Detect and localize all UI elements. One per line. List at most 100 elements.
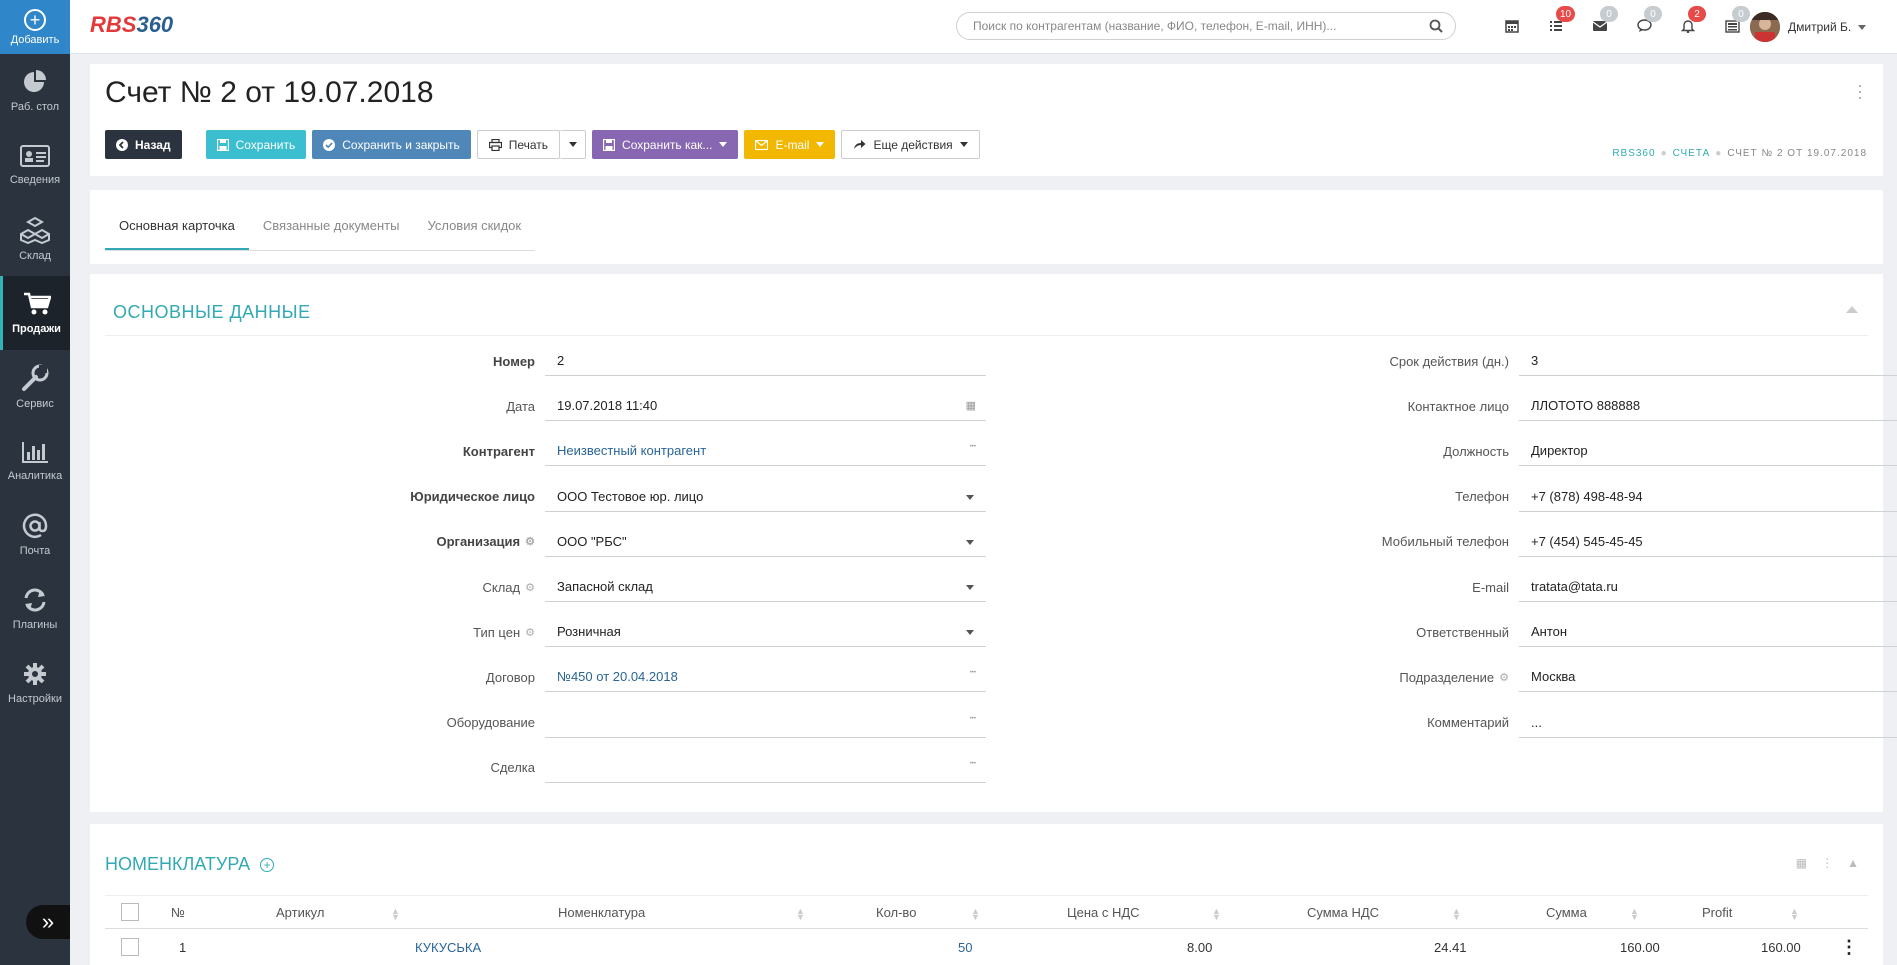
field-input[interactable]: +7 (878) 498-48-94✆	[1519, 482, 1897, 512]
caret-down-icon[interactable]	[966, 494, 974, 500]
add-item-icon[interactable]: +	[260, 857, 275, 872]
row-profit: 160.00	[1761, 939, 1801, 955]
column-header-sum[interactable]: Сумма	[1546, 896, 1587, 928]
save-close-button[interactable]: Сохранить и закрыть	[312, 130, 471, 159]
caret-down-icon[interactable]	[966, 539, 974, 545]
field-input[interactable]: Запасной склад	[545, 572, 986, 602]
field-input[interactable]: 2	[545, 346, 986, 376]
expand-sidebar-button[interactable]: »	[26, 905, 70, 939]
breadcrumb-current: Счет № 2 от 19.07.2018	[1727, 148, 1867, 159]
gear-icon[interactable]: ⚙	[525, 581, 535, 594]
column-header-vat[interactable]: Сумма НДС	[1307, 896, 1379, 928]
more-actions-button[interactable]: Еще действия	[841, 130, 980, 159]
column-header-number[interactable]: №	[171, 896, 185, 928]
sidebar-item-service[interactable]: Сервис	[0, 350, 70, 424]
back-button[interactable]: Назад	[105, 130, 182, 159]
sidebar-item-mail[interactable]: Почта	[0, 498, 70, 572]
collapse-up-icon[interactable]: ▲	[1847, 856, 1859, 870]
print-button[interactable]: Печать	[476, 130, 561, 159]
field-input[interactable]: 19.07.2018 11:40 ▦	[545, 391, 986, 422]
email-button[interactable]: E-mail	[744, 130, 836, 159]
tab-main-card[interactable]: Основная карточка	[105, 210, 249, 250]
breadcrumb-home[interactable]: RBS360	[1612, 148, 1655, 159]
row-menu-icon[interactable]: ⋮	[1840, 929, 1858, 965]
sort-icon[interactable]: ▲ ▼	[796, 907, 805, 922]
field-input[interactable]: №450 от 20.04.2018 •••	[545, 662, 986, 693]
sort-icon[interactable]: ▲ ▼	[1630, 907, 1639, 922]
chat-button[interactable]: 0	[1622, 6, 1666, 38]
save-as-button[interactable]: Сохранить как...	[592, 130, 739, 159]
sidebar-item-label: Склад	[19, 250, 51, 262]
sidebar-item-settings[interactable]: Настройки	[0, 646, 70, 720]
field-input[interactable]: Москва	[1519, 662, 1897, 693]
sort-icon[interactable]: ▲ ▼	[1452, 907, 1461, 922]
sort-icon[interactable]: ▲ ▼	[1790, 907, 1799, 922]
ellipsis-icon[interactable]: •••	[970, 444, 976, 450]
field-input[interactable]: +7 (454) 545-45-45✆	[1519, 527, 1897, 557]
field-input[interactable]: ООО "РБС"	[545, 527, 986, 557]
messages-button[interactable]: 0	[1578, 6, 1622, 38]
form-row: Тип цен ⚙ Розничная	[275, 617, 986, 648]
gear-icon[interactable]: ⚙	[525, 535, 535, 548]
tasks-button[interactable]: 10	[1534, 6, 1578, 38]
field-input[interactable]: Розничная	[545, 617, 986, 648]
gear-icon[interactable]: ⚙	[525, 626, 535, 639]
logo[interactable]: RBS360	[90, 12, 173, 38]
caret-down-icon[interactable]	[966, 585, 974, 590]
user-menu[interactable]: Дмитрий Б.	[1750, 12, 1867, 42]
sidebar-item-plugins[interactable]: Плагины	[0, 572, 70, 646]
sidebar-item-analytics[interactable]: Аналитика	[0, 424, 70, 498]
search-icon[interactable]	[1429, 19, 1443, 33]
ellipsis-icon[interactable]: •••	[970, 670, 976, 676]
table-icon[interactable]: ▦	[1796, 856, 1807, 870]
sort-icon[interactable]: ▲ ▼	[391, 907, 400, 922]
main-data-panel: ОСНОВНЫЕ ДАННЫЕ Номер 2 Дата 19.07.2018 11:…	[90, 274, 1897, 812]
calendar-icon[interactable]: ▦	[966, 399, 976, 412]
tab-discount-terms[interactable]: Условия скидок	[413, 210, 535, 250]
select-all-checkbox[interactable]	[121, 896, 139, 928]
field-input[interactable]: tratata@tata.ru✉	[1519, 572, 1897, 602]
sort-icon[interactable]: ▲ ▼	[971, 907, 980, 922]
field-input[interactable]: Неизвестный контрагент •••	[545, 436, 986, 467]
field-input[interactable]: Директор	[1519, 436, 1897, 467]
gear-icon[interactable]: ⚙	[1499, 671, 1509, 684]
field-input[interactable]: •••	[545, 753, 986, 783]
sidebar-item-info[interactable]: Сведения	[0, 128, 70, 202]
sidebar-item-sales[interactable]: Продажи	[0, 276, 70, 350]
column-header-profit[interactable]: Profit	[1702, 896, 1732, 928]
row-qty[interactable]: 50	[958, 929, 972, 965]
sidebar-item-dashboard[interactable]: Раб. стол	[0, 54, 70, 128]
caret-down-icon[interactable]	[966, 630, 974, 636]
save-button[interactable]: Сохранить	[205, 130, 307, 159]
add-button[interactable]: + Добавить	[0, 0, 70, 54]
field-input[interactable]: ...	[1519, 708, 1897, 738]
more-vertical-icon[interactable]: · · ·	[1857, 76, 1863, 106]
field-input[interactable]: ООО Тестовое юр. лицо	[545, 482, 986, 512]
field-input[interactable]: Антон	[1519, 617, 1897, 648]
row-article-link[interactable]: КУКУСЬКА	[415, 929, 481, 965]
field-input[interactable]: •••	[545, 708, 986, 738]
search-input[interactable]: Поиск по контрагентам (название, ФИО, те…	[956, 12, 1456, 40]
row-checkbox[interactable]	[121, 929, 139, 965]
notifications-button[interactable]: 2	[1666, 6, 1710, 38]
table-row[interactable]: 1 КУКУСЬКА 50 8.00 24.41 160.00 160.00 ⋮	[105, 929, 1868, 965]
column-header-nomenclature[interactable]: Номенклатура	[558, 896, 645, 928]
sidebar-item-warehouse[interactable]: Склад	[0, 202, 70, 276]
tab-related-documents[interactable]: Связанные документы	[249, 210, 414, 250]
collapse-up-icon[interactable]	[1845, 302, 1859, 317]
ellipsis-icon[interactable]: •••	[970, 716, 976, 722]
print-dropdown-toggle[interactable]	[560, 130, 587, 159]
breadcrumb-invoices[interactable]: Счета	[1673, 148, 1711, 159]
calendar-button[interactable]	[1490, 14, 1534, 38]
news-button[interactable]: 0	[1710, 6, 1754, 38]
field-input[interactable]: ЛЛОТОТО 888888	[1519, 391, 1897, 422]
column-header-article[interactable]: Артикул	[276, 896, 324, 928]
sort-icon[interactable]: ▲ ▼	[1212, 907, 1221, 922]
column-header-price[interactable]: Цена с НДС	[1067, 896, 1140, 928]
form-row: Договор №450 от 20.04.2018 •••	[275, 662, 986, 693]
column-header-qty[interactable]: Кол-во	[876, 896, 916, 928]
more-vertical-icon[interactable]: ⋮	[1821, 856, 1833, 870]
ellipsis-icon[interactable]: •••	[970, 761, 976, 767]
field-input[interactable]: 3	[1519, 346, 1897, 376]
field-label: Срок действия (дн.)	[1190, 354, 1519, 369]
